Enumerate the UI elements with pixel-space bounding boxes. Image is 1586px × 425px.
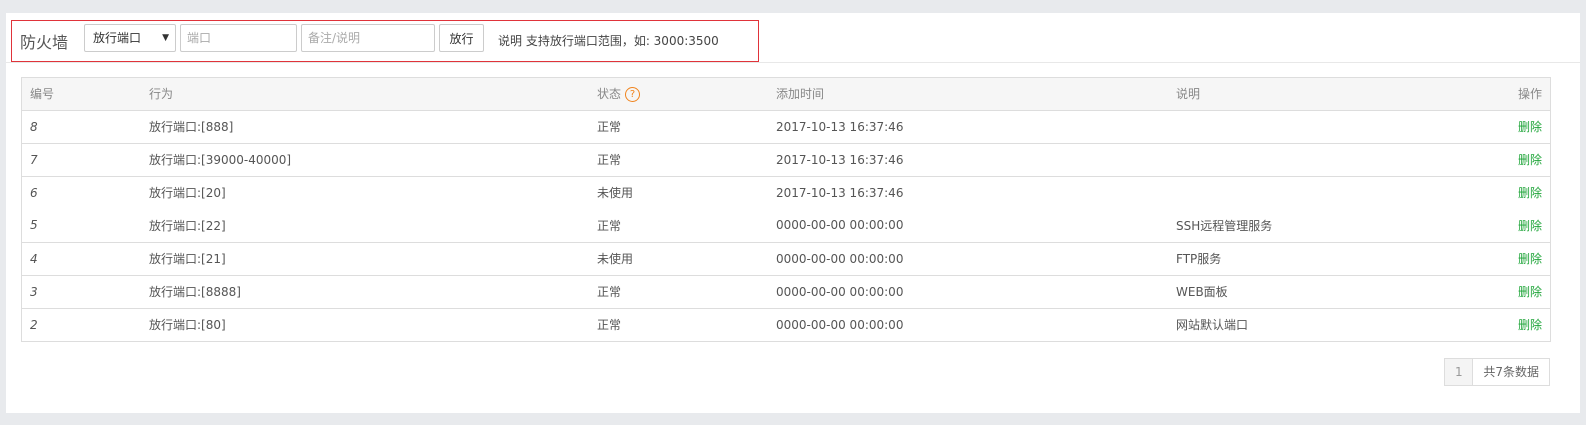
row-status: 正常 <box>597 318 622 333</box>
row-time: 0000-00-00 00:00:00 <box>776 284 904 299</box>
hint-text: 说明 支持放行端口范围，如: 3000:3500 <box>498 34 719 48</box>
delete-button[interactable]: 删除 <box>1518 318 1542 332</box>
row-op: 删除 <box>1468 143 1550 176</box>
rule-type-select[interactable]: 放行端口 ▼ <box>84 24 176 52</box>
header-status-label: 状态 <box>597 87 622 102</box>
delete-button[interactable]: 删除 <box>1518 186 1542 200</box>
row-time: 0000-00-00 00:00:00 <box>776 317 904 332</box>
row-time: 2017-10-13 16:37:46 <box>776 185 904 200</box>
row-action: 放行端口:[20] <box>149 186 226 201</box>
page-title: 防火墙 <box>20 33 69 52</box>
rules-table: 编号 行为 状态? 添加时间 说明 操作 8 放行端口:[888] 正常 201… <box>21 77 1551 342</box>
delete-button[interactable]: 删除 <box>1518 219 1542 233</box>
row-id: 3 <box>30 284 38 299</box>
row-time: 0000-00-00 00:00:00 <box>776 251 904 266</box>
row-time: 2017-10-13 16:37:46 <box>776 119 904 134</box>
table-row: 6 放行端口:[20] 未使用 2017-10-13 16:37:46 删除 <box>22 176 1550 209</box>
table-row: 4 放行端口:[21] 未使用 0000-00-00 00:00:00 FTP服… <box>22 242 1550 275</box>
header-status: 状态? <box>589 78 768 111</box>
allow-button[interactable]: 放行 <box>439 24 484 52</box>
row-id: 7 <box>30 152 38 167</box>
row-action: 放行端口:[8888] <box>149 285 241 299</box>
delete-button[interactable]: 删除 <box>1518 285 1542 299</box>
row-action: 放行端口:[39000-40000] <box>149 153 292 167</box>
table-row: 8 放行端口:[888] 正常 2017-10-13 16:37:46 删除 <box>22 110 1550 143</box>
row-status: 正常 <box>597 285 622 299</box>
row-action: 放行端口:[22] <box>149 218 226 233</box>
row-op: 删除 <box>1468 209 1550 242</box>
row-desc: SSH远程管理服务 <box>1176 218 1273 233</box>
firewall-toolbar: 防火墙 放行端口 ▼ 放行 说明 支持放行端口范围，如: 3000:3500 <box>6 13 1580 63</box>
delete-button[interactable]: 删除 <box>1518 120 1542 134</box>
delete-button[interactable]: 删除 <box>1518 252 1542 266</box>
row-status: 未使用 <box>597 186 634 201</box>
row-op: 删除 <box>1468 242 1550 275</box>
row-id: 5 <box>30 218 38 233</box>
row-id: 6 <box>30 185 38 200</box>
row-desc <box>1168 176 1468 209</box>
header-op: 操作 <box>1468 78 1550 111</box>
table-header-row: 编号 行为 状态? 添加时间 说明 操作 <box>22 78 1550 111</box>
row-id: 2 <box>30 317 38 332</box>
delete-button[interactable]: 删除 <box>1518 153 1542 167</box>
rule-type-value: 放行端口 <box>93 31 142 45</box>
page-number[interactable]: 1 <box>1445 359 1474 385</box>
header-time: 添加时间 <box>768 78 1168 111</box>
row-desc: FTP服务 <box>1176 252 1222 266</box>
row-action: 放行端口:[80] <box>149 318 226 333</box>
chevron-down-icon: ▼ <box>162 33 169 43</box>
row-action: 放行端口:[888] <box>149 120 234 134</box>
row-status: 未使用 <box>597 252 634 266</box>
table-row: 7 放行端口:[39000-40000] 正常 2017-10-13 16:37… <box>22 143 1550 176</box>
total-count: 共7条数据 <box>1483 365 1539 379</box>
row-op: 删除 <box>1468 110 1550 143</box>
help-icon[interactable]: ? <box>625 87 641 103</box>
note-input[interactable] <box>301 24 435 52</box>
table-row: 2 放行端口:[80] 正常 0000-00-00 00:00:00 网站默认端… <box>22 308 1550 341</box>
row-status: 正常 <box>597 120 622 134</box>
row-op: 删除 <box>1468 308 1550 341</box>
row-status: 正常 <box>597 153 622 167</box>
row-desc: 网站默认端口 <box>1176 318 1249 333</box>
row-desc: WEB面板 <box>1176 285 1228 299</box>
table-row: 5 放行端口:[22] 正常 0000-00-00 00:00:00 SSH远程… <box>22 209 1550 242</box>
header-id: 编号 <box>22 78 141 111</box>
firewall-panel: 防火墙 放行端口 ▼ 放行 说明 支持放行端口范围，如: 3000:3500 编… <box>6 13 1580 413</box>
row-desc <box>1168 143 1468 176</box>
row-time: 2017-10-13 16:37:46 <box>776 152 904 167</box>
header-action: 行为 <box>141 78 589 111</box>
row-id: 8 <box>30 119 38 134</box>
row-op: 删除 <box>1468 176 1550 209</box>
row-status: 正常 <box>597 218 622 233</box>
row-time: 0000-00-00 00:00:00 <box>776 218 904 233</box>
port-input[interactable] <box>180 24 297 52</box>
row-action: 放行端口:[21] <box>149 252 226 266</box>
pagination: 1 共7条数据 <box>1444 358 1550 386</box>
row-op: 删除 <box>1468 275 1550 308</box>
table-row: 3 放行端口:[8888] 正常 0000-00-00 00:00:00 WEB… <box>22 275 1550 308</box>
row-id: 4 <box>30 251 38 266</box>
header-desc: 说明 <box>1168 78 1468 111</box>
row-desc <box>1168 110 1468 143</box>
